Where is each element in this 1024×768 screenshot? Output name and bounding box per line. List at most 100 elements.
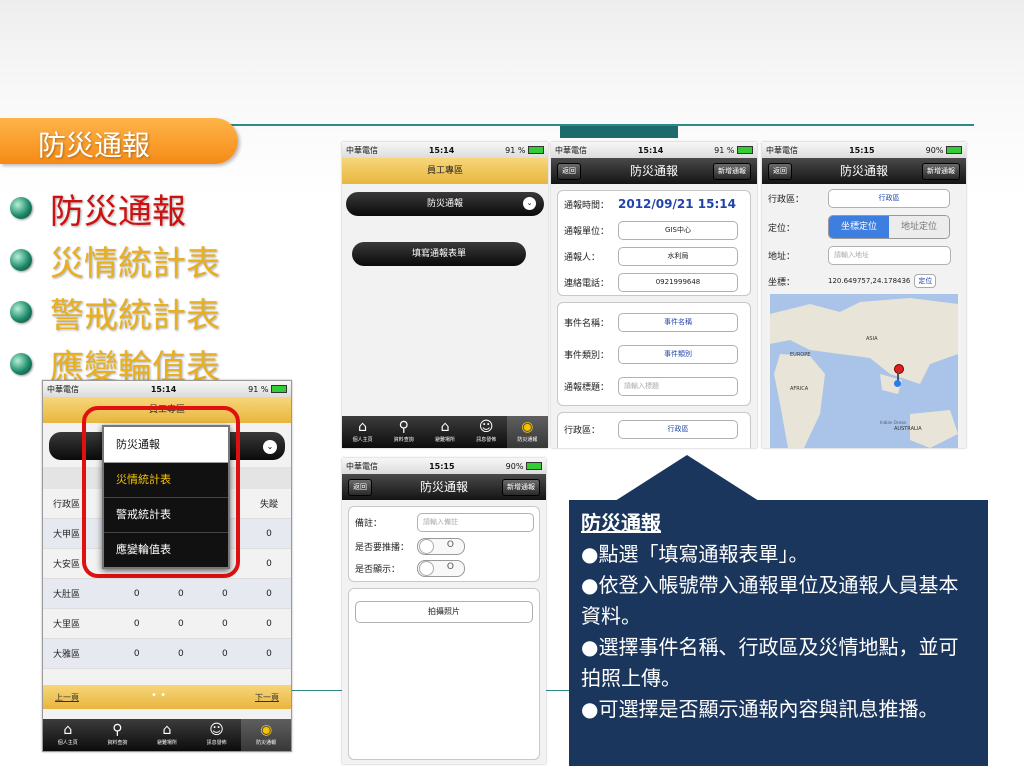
carrier-label: 中華電信 <box>766 145 798 155</box>
chat-icon: ☺ <box>209 722 224 738</box>
phone-field[interactable]: 0921999648 <box>618 272 738 292</box>
push-toggle[interactable]: O <box>417 537 465 555</box>
slide-title-tab: 防災通報 <box>0 118 238 164</box>
map-label: EUROPE <box>790 352 811 358</box>
options-panel: 備註： 請輸入備註 是否要推播： O 是否顯示： O <box>348 506 540 582</box>
battery-level: 91 % <box>714 145 735 155</box>
bullet-icon <box>10 249 32 271</box>
tab-report[interactable]: ◉ 防災通報 <box>506 416 548 448</box>
tab-report[interactable]: ◉ 防災通報 <box>241 719 291 751</box>
clock: 15:14 <box>428 145 455 155</box>
menu-item-disaster-stats[interactable]: 災情統計表 <box>104 463 228 498</box>
callout-line: ●點選「填寫通報表單」。 <box>581 542 809 566</box>
bullet-icon <box>10 353 32 375</box>
locate-button[interactable]: 定位 <box>914 274 937 288</box>
prev-page-link[interactable]: 上一頁 <box>55 692 79 703</box>
tab-search[interactable]: ⚲ 資料查詢 <box>93 719 143 751</box>
battery-icon <box>528 146 544 154</box>
map-view[interactable]: ASIA EUROPE AFRICA AUSTRALIA Indian Ocea… <box>770 294 958 448</box>
battery-icon <box>271 385 287 393</box>
phone-employee: 中華電信 15:14 91 % 員工專區 防災通報 ⌄ 填寫通報表單 ⌂ 個人主頁… <box>342 142 548 448</box>
tab-shelter[interactable]: ⌂ 避難場所 <box>142 719 192 751</box>
district-row: 行政區： 行政區 <box>558 413 750 445</box>
home-icon: ⌂ <box>63 722 73 738</box>
status-bar: 中華電信 15:14 91 % <box>43 381 291 397</box>
event-type-row: 事件類別： 事件類別 <box>558 338 750 370</box>
callout-heading: 防災通報 <box>581 511 661 535</box>
tab-search[interactable]: ⚲ 資料查詢 <box>383 416 424 448</box>
tab-home[interactable]: ⌂ 個人主頁 <box>342 416 383 448</box>
dropdown-menu: 防災通報 災情統計表 警戒統計表 應變輪值表 <box>102 425 230 569</box>
world-map <box>770 298 958 448</box>
nav-bar: 返回 防災通報 新增通報 <box>342 474 546 500</box>
district-select[interactable]: 行政區 <box>828 188 950 208</box>
unit-field[interactable]: GIS中心 <box>618 220 738 240</box>
subject-row: 通報標題： 請輸入標題 <box>558 370 750 402</box>
category-select[interactable]: 防災通報 ⌄ <box>346 192 544 216</box>
page-dots: • • <box>151 690 166 701</box>
next-page-link[interactable]: 下一頁 <box>255 692 279 703</box>
callout-line: ●依登入帳號帶入通報單位及通報人員基本資料。 <box>581 573 959 628</box>
tab-messages[interactable]: ☺ 訊息發佈 <box>192 719 242 751</box>
tab-shelter[interactable]: ⌂ 避難場所 <box>424 416 465 448</box>
nav-bar: 返回 防災通報 新增通報 <box>551 158 757 184</box>
user-icon: ◉ <box>521 419 534 435</box>
carrier-label: 中華電信 <box>346 461 378 471</box>
bullet-text: 防災通報 <box>50 191 186 232</box>
callout-pointer <box>615 455 759 501</box>
take-photo-button[interactable]: 拍攝照片 <box>355 601 533 623</box>
new-report-button[interactable]: 新增通報 <box>713 163 751 180</box>
show-toggle[interactable]: O <box>417 559 465 577</box>
locate-by-address-button[interactable]: 地址定位 <box>889 216 949 238</box>
coord-value: 120.649757,24.178436 <box>828 277 911 285</box>
person-field[interactable]: 水利局 <box>618 246 738 266</box>
status-bar: 中華電信 15:15 90% <box>762 142 966 158</box>
tab-bar: ⌂ 個人主頁 ⚲ 資料查詢 ⌂ 避難場所 ☺ 訊息發佈 ◉ 防災通報 <box>342 416 548 448</box>
note-input[interactable]: 請輸入備註 <box>417 512 534 532</box>
new-report-button[interactable]: 新增通報 <box>502 479 540 496</box>
user-icon: ◉ <box>260 722 273 738</box>
fill-report-button[interactable]: 填寫通報表單 <box>352 242 526 266</box>
district-select[interactable]: 行政區 <box>618 419 738 439</box>
address-input[interactable]: 請輸入地址 <box>828 245 951 265</box>
carrier-label: 中華電信 <box>346 145 378 155</box>
current-location-icon <box>894 380 901 387</box>
district-row: 行政區： 行政區 <box>762 184 966 212</box>
home-icon: ⌂ <box>358 419 368 435</box>
shelter-icon: ⌂ <box>162 722 172 738</box>
menu-item-duty-roster[interactable]: 應變輪值表 <box>104 533 228 567</box>
event-type-select[interactable]: 事件類別 <box>618 344 738 364</box>
locate-by-coord-button[interactable]: 坐標定位 <box>829 216 889 238</box>
chevron-down-icon[interactable]: ⌄ <box>263 440 277 454</box>
carrier-label: 中華電信 <box>555 145 587 155</box>
clock: 15:14 <box>150 384 177 394</box>
menu-item-alert-stats[interactable]: 警戒統計表 <box>104 498 228 533</box>
map-pin-icon[interactable] <box>894 364 904 374</box>
clock: 15:15 <box>429 461 455 471</box>
event-name-select[interactable]: 事件名稱 <box>618 312 738 332</box>
bullet-list: 防災通報 災情統計表 警戒統計表 應變輪值表 <box>10 182 220 390</box>
address-row: 地址： 請輸入地址 <box>762 242 966 268</box>
unit-row: 通報單位： GIS中心 <box>558 217 750 243</box>
menu-item-report[interactable]: 防災通報 <box>104 427 228 463</box>
report-time-value: 2012/09/21 15:14 <box>618 197 736 211</box>
battery-level: 90% <box>505 461 524 471</box>
status-bar: 中華電信 15:15 90% <box>342 458 546 474</box>
subject-input[interactable]: 請輸入標題 <box>618 376 738 396</box>
coord-row: 坐標： 120.649757,24.178436 定位 <box>762 268 966 294</box>
nav-bar: 返回 防災通報 新增通報 <box>762 158 966 184</box>
tab-home[interactable]: ⌂ 個人主頁 <box>43 719 93 751</box>
bullet-item: 防災通報 <box>10 182 220 234</box>
new-report-button[interactable]: 新增通報 <box>922 163 960 180</box>
bullet-icon <box>10 301 32 323</box>
phone-row: 連絡電話： 0921999648 <box>558 269 750 295</box>
chat-icon: ☺ <box>478 419 494 435</box>
header-bar: 員工專區 <box>342 158 548 184</box>
map-label: AUSTRALIA <box>894 426 922 432</box>
description-callout: 防災通報 ●點選「填寫通報表單」。 ●依登入帳號帶入通報單位及通報人員基本資料。… <box>569 500 988 766</box>
phone-remarks: 中華電信 15:15 90% 返回 防災通報 新增通報 備註： 請輸入備註 是否要… <box>342 458 546 764</box>
map-label: Indian Ocean <box>880 420 907 425</box>
tab-messages[interactable]: ☺ 訊息發佈 <box>466 416 507 448</box>
event-name-row: 事件名稱： 事件名稱 <box>558 306 750 338</box>
bullet-text: 警戒統計表 <box>50 295 220 336</box>
